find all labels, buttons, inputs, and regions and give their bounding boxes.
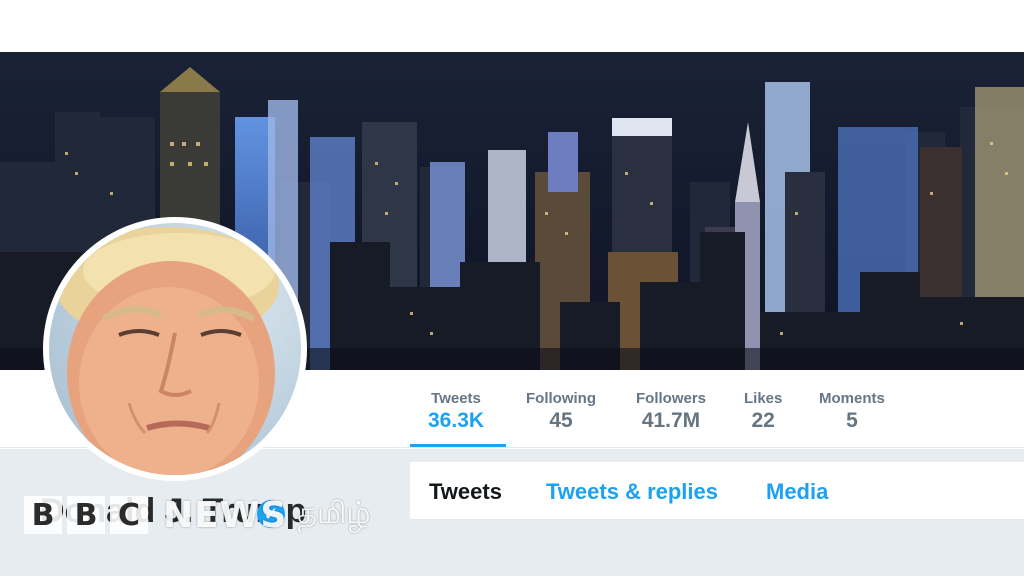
stat-label: Moments [819, 390, 885, 407]
bbc-logo-letter: C [110, 496, 148, 534]
letterbox-top [0, 0, 1024, 52]
active-stat-underline [410, 444, 506, 447]
stat-likes[interactable]: Likes 22 [744, 390, 782, 433]
stat-following[interactable]: Following 45 [526, 390, 596, 433]
stat-tweets[interactable]: Tweets 36.3K [428, 390, 484, 433]
profile-avatar[interactable] [43, 217, 307, 481]
bbc-news-tamil-watermark: B B C NEWS தமிழ் [24, 494, 371, 536]
stat-value: 41.7M [641, 409, 701, 432]
stat-label: Followers [636, 390, 707, 407]
news-wordmark: NEWS [163, 494, 288, 536]
tab-tweets[interactable]: Tweets [429, 479, 502, 505]
stat-followers[interactable]: Followers 41.7M [636, 390, 706, 433]
stat-value: 22 [751, 409, 775, 432]
timeline-tabs: Tweets Tweets & replies Media [410, 462, 1024, 520]
stat-value: 5 [846, 409, 858, 432]
stat-moments[interactable]: Moments 5 [819, 390, 885, 433]
stat-label: Likes [744, 390, 783, 407]
language-wordmark: தமிழ் [297, 495, 371, 531]
stat-value: 36.3K [428, 409, 485, 432]
stat-label: Following [526, 390, 596, 407]
stat-value: 45 [549, 409, 573, 432]
bbc-logo-letter: B [67, 496, 105, 534]
tab-tweets-and-replies[interactable]: Tweets & replies [546, 479, 718, 505]
bbc-logo-letter: B [24, 496, 62, 534]
avatar-photo [49, 223, 301, 475]
tab-media[interactable]: Media [766, 479, 828, 505]
stat-label: Tweets [431, 390, 481, 407]
